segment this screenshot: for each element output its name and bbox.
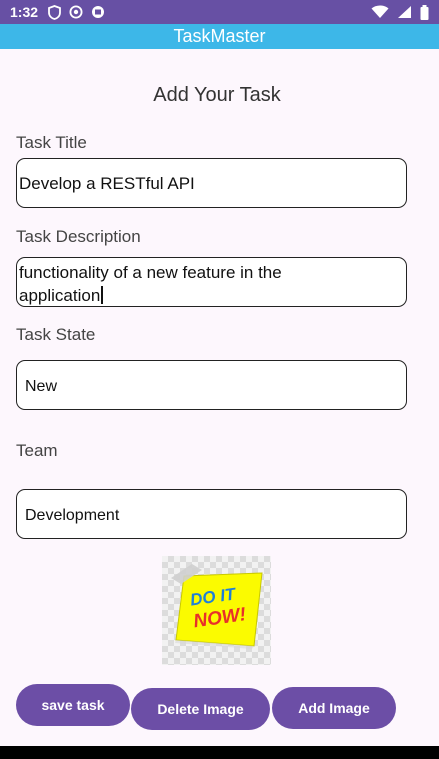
task-title-label: Task Title	[16, 133, 87, 152]
shield-icon	[48, 4, 61, 20]
task-title-value: Develop a RESTful API	[19, 174, 195, 193]
task-description-input[interactable]: functionality of a new feature in the ap…	[16, 257, 407, 307]
wifi-icon	[371, 5, 389, 18]
page-title: Add Your Task	[153, 84, 281, 106]
text-cursor	[101, 286, 103, 304]
app-bar: TaskMaster	[0, 24, 439, 49]
add-image-button[interactable]: Add Image	[272, 687, 396, 729]
delete-image-button[interactable]: Delete Image	[131, 688, 270, 730]
team-input[interactable]: Development	[16, 489, 407, 539]
at-icon	[69, 5, 83, 19]
media-icon	[92, 6, 105, 18]
task-description-line-1: functionality of a new feature in the	[19, 263, 282, 282]
status-time: 1:32	[10, 4, 39, 20]
app-title: TaskMaster	[173, 26, 266, 46]
task-image[interactable]: DO IT NOW!	[162, 556, 271, 665]
task-state-value: New	[25, 378, 58, 395]
sticky-note-image: DO IT NOW!	[171, 564, 263, 649]
task-description-label: Task Description	[16, 227, 141, 246]
task-description-line-2: application	[19, 285, 398, 306]
signal-icon	[398, 6, 411, 18]
task-title-input[interactable]: Develop a RESTful API	[16, 158, 407, 208]
team-value: Development	[25, 507, 120, 524]
save-task-button[interactable]: save task	[16, 684, 130, 726]
battery-icon	[420, 4, 429, 20]
team-label: Team	[16, 441, 58, 460]
navigation-bar	[0, 746, 439, 759]
status-bar: 1:32	[0, 0, 439, 24]
task-state-input[interactable]: New	[16, 360, 407, 410]
task-state-label: Task State	[16, 325, 96, 344]
